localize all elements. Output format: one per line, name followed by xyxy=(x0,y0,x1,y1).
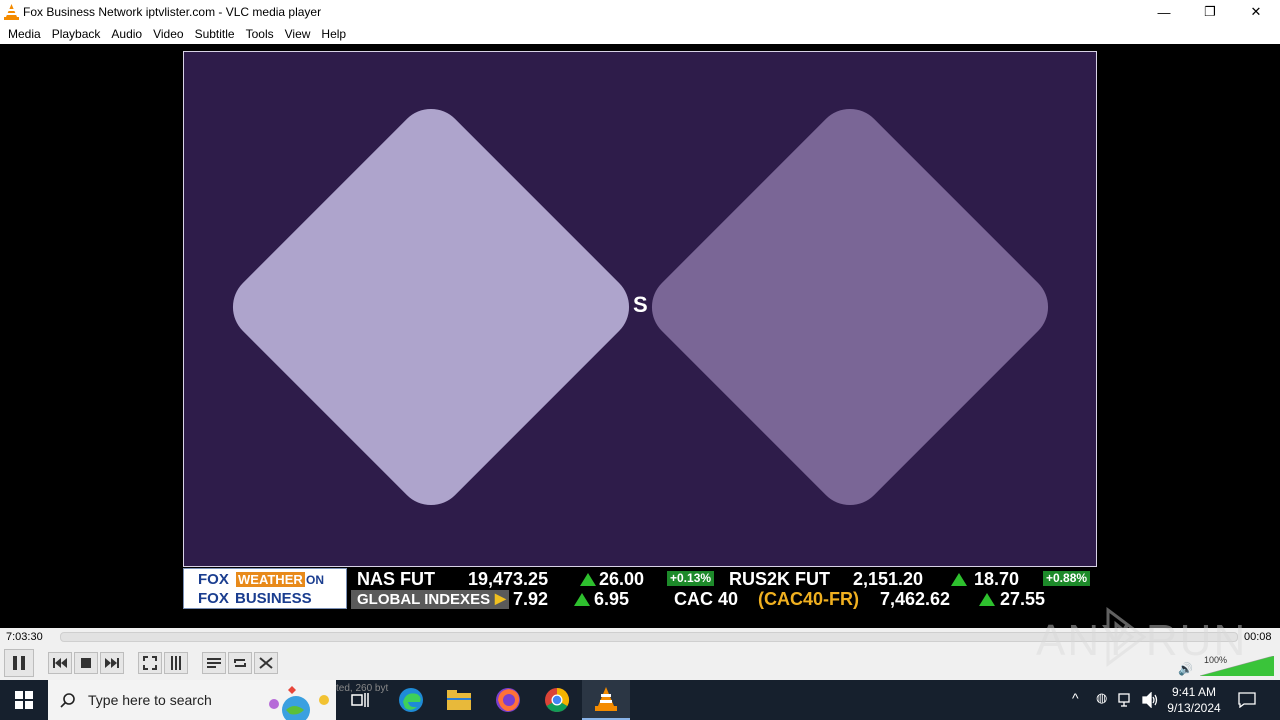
taskbar-search-box[interactable]: Type here to search xyxy=(48,680,336,720)
maximize-icon: ❐ xyxy=(1204,4,1216,19)
fox-logo-box: FOX WEATHER ON FOX BUSINESS xyxy=(183,568,347,609)
task-view-icon xyxy=(351,693,369,707)
minimize-icon: — xyxy=(1157,4,1171,20)
video-frame: S xyxy=(183,51,1097,567)
search-highlight-icon xyxy=(269,686,329,720)
ticker-lead-change: 6.95 xyxy=(594,589,630,609)
loop-button[interactable] xyxy=(228,652,252,674)
vlc-cone-icon xyxy=(4,4,19,20)
menu-help[interactable]: Help xyxy=(313,24,346,44)
equalizer-icon xyxy=(171,656,181,670)
edge-icon xyxy=(399,688,423,712)
search-icon xyxy=(60,693,75,708)
next-icon xyxy=(105,658,119,668)
menu-tools[interactable]: Tools xyxy=(238,24,274,44)
start-button[interactable] xyxy=(0,680,48,720)
anyrun-watermark: ANY RUN xyxy=(1036,604,1245,674)
network-icon[interactable] xyxy=(1118,692,1134,708)
logo-weather: WEATHER xyxy=(236,572,305,587)
pause-icon xyxy=(13,656,25,670)
loop-icon xyxy=(234,659,246,667)
notifications-icon[interactable] xyxy=(1238,692,1256,708)
logo-fox-bottom: FOX xyxy=(198,590,229,607)
up-arrow-icon xyxy=(580,573,596,586)
video-glyph: S xyxy=(633,292,648,317)
logo-on: ON xyxy=(306,573,324,587)
menu-subtitle[interactable]: Subtitle xyxy=(187,24,235,44)
ticker-change-nas: 26.00 xyxy=(599,569,645,589)
menu-view[interactable]: View xyxy=(277,24,311,44)
system-clock[interactable]: 9:41 AM 9/13/2024 xyxy=(1162,684,1226,716)
right-diamond-shape xyxy=(637,94,1063,520)
vlc-icon xyxy=(595,687,617,711)
meet-now-icon[interactable]: ◍ xyxy=(1096,690,1107,706)
volume-icon[interactable] xyxy=(1142,692,1158,708)
stop-icon xyxy=(81,658,91,668)
windows-icon xyxy=(15,691,33,709)
window-title: Fox Business Network iptvlister.com - VL… xyxy=(23,5,322,19)
menu-playback[interactable]: Playback xyxy=(44,24,101,44)
remaining-time: 00:08 xyxy=(1244,631,1272,643)
ticker-pct-nas: +0.13% xyxy=(667,571,715,586)
stop-button[interactable] xyxy=(74,652,98,674)
fullscreen-button[interactable] xyxy=(138,652,162,674)
previous-icon xyxy=(53,658,67,668)
up-arrow-icon xyxy=(979,593,995,606)
ticker-index-label: CAC 40 xyxy=(674,589,739,609)
taskbar-chrome[interactable] xyxy=(533,680,581,720)
ticker-value-rus: 2,151.20 xyxy=(853,569,924,589)
close-button[interactable]: ✕ xyxy=(1233,0,1279,24)
next-button[interactable] xyxy=(100,652,124,674)
playlist-icon xyxy=(207,658,221,668)
ticker-label-nas: NAS FUT xyxy=(357,569,435,589)
playlist-button[interactable] xyxy=(202,652,226,674)
ticker-label-rus: RUS2K FUT xyxy=(729,569,831,589)
taskbar: Type here to search ted, 260 byt ^ ◍ 9:4… xyxy=(0,680,1280,720)
video-area[interactable]: S FOX WEATHER ON FOX BUSINESS NAS FUT 19… xyxy=(0,44,1280,628)
title-bar: Fox Business Network iptvlister.com - VL… xyxy=(0,0,1280,24)
taskbar-firefox[interactable] xyxy=(484,680,532,720)
folder-icon xyxy=(447,690,471,710)
ticker-change-rus: 18.70 xyxy=(974,569,1020,589)
menu-audio[interactable]: Audio xyxy=(103,24,142,44)
chevron-up-icon[interactable]: ^ xyxy=(1072,690,1079,706)
ticker-lead-value: 7.92 xyxy=(513,589,549,609)
menu-video[interactable]: Video xyxy=(145,24,183,44)
logo-business: BUSINESS xyxy=(235,590,312,607)
ticker-pct-rus: +0.88% xyxy=(1043,571,1091,586)
shuffle-icon xyxy=(259,657,273,669)
fullscreen-icon xyxy=(143,656,157,670)
task-view-button[interactable] xyxy=(336,680,384,720)
close-icon: ✕ xyxy=(1250,4,1262,19)
ticker-section-label: GLOBAL INDEXES xyxy=(357,591,491,608)
taskbar-file-explorer[interactable] xyxy=(435,680,483,720)
taskbar-vlc[interactable] xyxy=(582,680,630,720)
previous-button[interactable] xyxy=(48,652,72,674)
pause-button[interactable] xyxy=(4,649,34,677)
chrome-icon xyxy=(545,688,570,713)
elapsed-time: 7:03:30 xyxy=(6,631,43,643)
clock-time: 9:41 AM xyxy=(1171,685,1217,699)
ticker-index-value: 7,462.62 xyxy=(880,589,951,609)
taskbar-edge[interactable] xyxy=(387,680,435,720)
stock-ticker: FOX WEATHER ON FOX BUSINESS NAS FUT 19,4… xyxy=(183,568,1097,609)
search-placeholder: Type here to search xyxy=(88,692,212,708)
up-arrow-icon xyxy=(574,593,590,606)
extended-settings-button[interactable] xyxy=(164,652,188,674)
minimize-button[interactable]: — xyxy=(1141,0,1187,24)
maximize-button[interactable]: ❐ xyxy=(1187,0,1233,24)
ticker-value-nas: 19,473.25 xyxy=(468,569,549,589)
clock-date: 9/13/2024 xyxy=(1167,701,1221,715)
left-diamond-shape xyxy=(218,94,644,520)
logo-fox-top: FOX xyxy=(198,571,229,588)
play-arrow-icon: ▶ xyxy=(495,590,506,606)
watermark-text: ANY RUN xyxy=(1036,616,1248,665)
up-arrow-icon xyxy=(951,573,967,586)
shuffle-button[interactable] xyxy=(254,652,278,674)
firefox-icon xyxy=(496,688,520,712)
ticker-index-code: (CAC40-FR) xyxy=(758,589,859,609)
menu-bar: Media Playback Audio Video Subtitle Tool… xyxy=(0,24,1280,44)
menu-media[interactable]: Media xyxy=(0,24,41,44)
